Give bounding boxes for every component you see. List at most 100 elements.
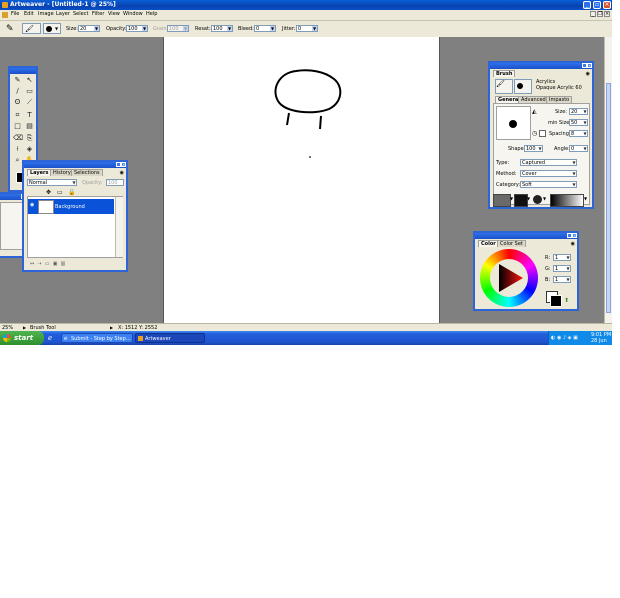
mdi-close-icon[interactable]: ×	[604, 11, 610, 17]
chevron-down-icon[interactable]: ▼	[583, 131, 587, 136]
brush-shape-button[interactable]: ▼	[43, 23, 61, 34]
menu-help[interactable]: Help	[146, 11, 157, 17]
resat-combo[interactable]: 100 ▼	[211, 25, 233, 32]
tab-color[interactable]: Color	[478, 240, 499, 247]
min-size-field[interactable]: 50 ▼	[569, 119, 588, 126]
tab-advanced[interactable]: Advanced	[518, 96, 549, 103]
clone-tool-icon[interactable]: ⎘	[25, 134, 34, 143]
spacing-field[interactable]: 8 ▼	[569, 130, 588, 137]
chevron-down-icon[interactable]: ▼	[566, 266, 570, 271]
panel-close-icon[interactable]: ×	[572, 233, 577, 238]
new-layer-icon[interactable]: ▣	[53, 261, 58, 267]
eye-icon[interactable]: ◉	[30, 202, 36, 210]
taskbar-item-artweaver[interactable]: Artweaver	[135, 333, 205, 343]
chevron-down-icon[interactable]: ▼	[227, 26, 232, 31]
nozzle-icon[interactable]	[533, 195, 542, 204]
gradient-swatch[interactable]	[550, 194, 584, 207]
panel-close-icon[interactable]: ×	[587, 63, 592, 68]
color-title-bar[interactable]	[475, 233, 577, 239]
close-icon[interactable]: ×	[603, 1, 611, 9]
pencil-tool-icon[interactable]: ∕	[13, 87, 22, 96]
g-field[interactable]: 1 ▼	[553, 265, 571, 272]
tray-icons[interactable]: ◐ ◉ ♪ ◈ ▣	[551, 335, 578, 341]
brush-variant-button[interactable]	[514, 79, 532, 94]
chevron-down-icon[interactable]: ▼	[572, 182, 576, 187]
menu-edit[interactable]: Edit	[24, 11, 34, 17]
chevron-down-icon[interactable]: ▼	[583, 146, 587, 151]
paper-texture-swatch[interactable]	[493, 194, 511, 207]
lock-transparent-icon[interactable]: ▭	[57, 189, 63, 196]
scroll-thumb[interactable]	[606, 83, 611, 313]
minimize-icon[interactable]: _	[583, 1, 591, 9]
shape-field[interactable]: 100 ▼	[524, 145, 543, 152]
chevron-down-icon[interactable]: ▼	[94, 26, 99, 31]
brush-dynamics-icon[interactable]: ◭	[532, 108, 537, 115]
menu-filter[interactable]: Filter	[92, 11, 104, 17]
chevron-down-icon[interactable]: ▼	[566, 277, 570, 282]
brush-category-button[interactable]: 🖌	[495, 79, 513, 94]
panel-close-icon[interactable]: ×	[121, 162, 126, 167]
start-button[interactable]: start	[0, 331, 44, 345]
foreground-color-swatch[interactable]	[550, 295, 562, 307]
toolbox-title-bar[interactable]	[10, 68, 36, 74]
tab-color-set[interactable]: Color Set	[497, 240, 526, 247]
ie-quicklaunch-icon[interactable]: ℯ	[48, 334, 52, 342]
color-triangle[interactable]	[493, 262, 525, 294]
chevron-down-icon[interactable]: ▼	[566, 255, 570, 260]
color-wheel[interactable]	[480, 249, 538, 307]
maximize-icon[interactable]: ▫	[593, 1, 601, 9]
mdi-restore-icon[interactable]: ❐	[597, 11, 603, 17]
chevron-down-icon[interactable]: ▼	[538, 146, 542, 151]
angle-field[interactable]: 0 ▼	[569, 145, 588, 152]
layers-title-bar[interactable]	[24, 162, 126, 168]
magic-wand-icon[interactable]: ⟋	[25, 98, 34, 107]
chevron-down-icon[interactable]: ▼	[584, 196, 587, 201]
menu-layer[interactable]: Layer	[56, 11, 70, 17]
pattern-swatch[interactable]	[514, 194, 528, 207]
chevron-down-icon[interactable]: ▼	[583, 109, 587, 114]
brush-title-bar[interactable]	[490, 63, 592, 69]
b-field[interactable]: 1 ▼	[553, 276, 571, 283]
eraser-tool-icon[interactable]: ⌫	[13, 134, 23, 143]
chevron-down-icon[interactable]: ▼	[142, 26, 147, 31]
category-select[interactable]: Soft ▼	[520, 181, 577, 188]
vertical-scrollbar[interactable]	[604, 37, 612, 323]
chevron-down-icon[interactable]: ▼	[572, 160, 576, 165]
menu-select[interactable]: Select	[73, 11, 88, 17]
swap-colors-icon[interactable]: ⬆	[564, 297, 569, 304]
r-field[interactable]: 1 ▼	[553, 254, 571, 261]
link-icon[interactable]: ↔	[30, 261, 34, 267]
panel-menu-icon[interactable]: ◉	[586, 71, 590, 77]
canvas[interactable]	[163, 37, 440, 323]
bleed-combo[interactable]: 0 ▼	[254, 25, 276, 32]
title-bar[interactable]: Artweaver - [Untitled-1 @ 25%] _ ▫ ×	[0, 0, 612, 10]
shape-tool-icon[interactable]: □	[13, 122, 22, 131]
clock-date[interactable]: 28 Jun	[591, 338, 607, 344]
size-combo[interactable]: 20 ▼	[78, 25, 100, 32]
crop-tool-icon[interactable]: ⌗	[13, 111, 22, 120]
lasso-tool-icon[interactable]: ʘ	[13, 98, 22, 107]
rect-select-icon[interactable]: ▭	[25, 87, 34, 96]
method-select[interactable]: Cover ▼	[520, 170, 577, 177]
zoom-tool-icon[interactable]: ⌕	[13, 156, 22, 165]
blend-mode-select[interactable]: Normal ▼	[27, 179, 77, 186]
fill-tool-icon[interactable]: ◈	[25, 145, 34, 154]
chevron-down-icon[interactable]: ▼	[527, 196, 530, 201]
menu-window[interactable]: Window	[123, 11, 143, 17]
tab-layers[interactable]: Layers	[27, 169, 52, 176]
taskbar-item-submit[interactable]: ℯ Submit - Step by Step...	[61, 333, 133, 343]
tab-selections[interactable]: Selections	[71, 169, 103, 176]
list-item[interactable]: ◉ Background	[28, 199, 114, 214]
move-tool-icon[interactable]: ↖	[25, 76, 34, 85]
chevron-down-icon[interactable]: ▼	[510, 196, 513, 201]
mask-icon[interactable]: ▭	[45, 261, 50, 267]
panel-menu-icon[interactable]: ◉	[571, 241, 575, 247]
brush-tool-icon[interactable]: ✎	[13, 76, 22, 85]
mdi-minimize-icon[interactable]: _	[590, 11, 596, 17]
chevron-down-icon[interactable]: ▼	[583, 120, 587, 125]
brush-preset-button[interactable]: 🖌	[22, 23, 41, 34]
jitter-combo[interactable]: 0 ▼	[296, 25, 318, 32]
spacing-checkbox[interactable]	[539, 130, 546, 137]
fx-icon[interactable]: ⇢	[37, 261, 41, 267]
panel-menu-icon[interactable]: ◉	[120, 170, 124, 176]
